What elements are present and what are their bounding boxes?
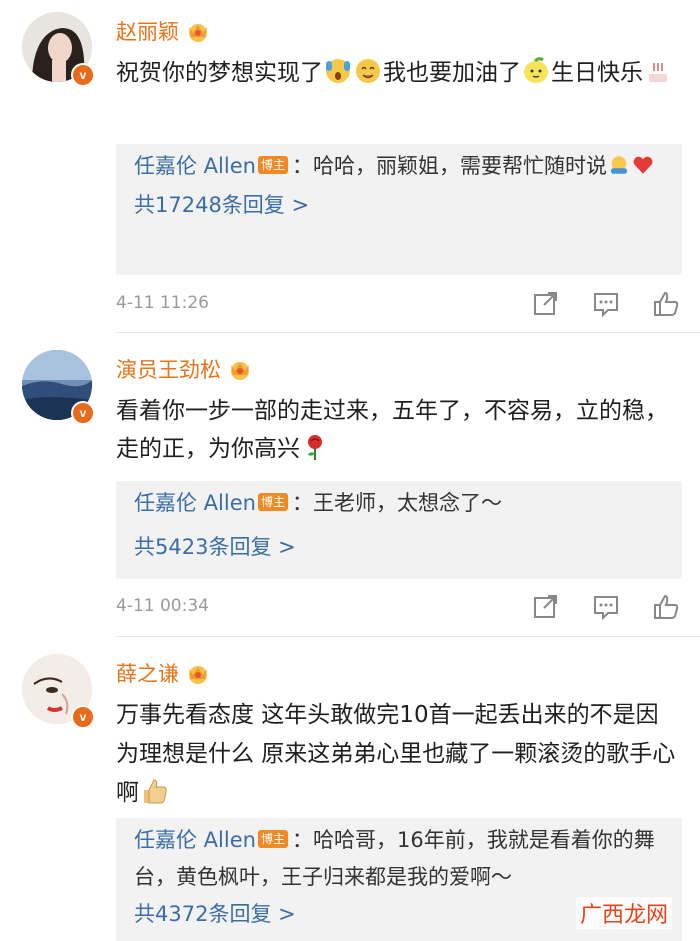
timestamp: 4-11 00:34 (116, 596, 209, 616)
share-icon[interactable] (532, 290, 560, 318)
comment-item: v 演员王劲松 看着你一步一部的走过来，五年了，不容易，立的稳，走的正，为你高兴… (0, 338, 700, 638)
birthday-cake-emoji-icon (649, 63, 667, 82)
lemon-face-emoji-icon (524, 57, 548, 83)
reply-author[interactable]: 任嘉伦 Allen (134, 491, 256, 515)
reply-box[interactable]: 任嘉伦 Allen 博主 ：王老师，太想念了～ 共5423条回复 > (116, 481, 682, 579)
like-thumb-icon[interactable] (652, 593, 680, 621)
username[interactable]: 薛之谦 (116, 658, 179, 688)
reply-text: 任嘉伦 Allen 博主 ：哈哈哥，16年前，我就是看着你的舞台，黄色枫叶，王子归来… (134, 818, 664, 896)
reply-author[interactable]: 任嘉伦 Allen (134, 154, 256, 178)
comment-text-part: 看着你一步一部的走过来，五年了，不容易，立的稳，走的正，为你高兴 (116, 398, 668, 462)
share-icon[interactable] (532, 593, 560, 621)
username[interactable]: 赵丽颖 (116, 16, 179, 46)
like-thumb-icon[interactable] (652, 290, 680, 318)
vip-crown-icon (231, 362, 249, 380)
reply-text: 任嘉伦 Allen 博主 ：王老师，太想念了～ (134, 481, 664, 522)
comment-text: 祝贺你的梦想实现了 我也要加油了 生日快乐 (116, 54, 676, 92)
divider (116, 636, 700, 637)
vip-crown-icon (189, 24, 207, 42)
vip-crown-icon (189, 666, 207, 684)
blogger-tag: 博主 (257, 493, 288, 511)
reply-box[interactable]: 任嘉伦 Allen 博主 ：哈哈，丽颖姐，需要帮忙随时说 共17248条回复 > (116, 144, 682, 275)
comment-text-part: 我也要加油了 (383, 60, 521, 86)
comment-text-part: 祝贺你的梦想实现了 (116, 60, 323, 86)
watermark: 广西龙网 (575, 897, 672, 929)
heart-emoji-icon (633, 156, 653, 174)
yummy-face-emoji-icon (356, 59, 380, 83)
hug-emoji-icon (610, 156, 627, 174)
comment-icon[interactable] (592, 593, 620, 621)
verified-badge: v (71, 705, 95, 729)
reply-content: ：哈哈，丽颖姐，需要帮忙随时说 (291, 154, 607, 178)
rose-emoji-icon (308, 435, 322, 460)
thumbs-up-emoji-icon (144, 779, 167, 804)
divider (116, 332, 700, 333)
comment-item: v 赵丽颖 祝贺你的梦想实现了 我也要加油了 生日快乐 任嘉伦 Allen 博主 ：哈哈… (0, 0, 700, 333)
blogger-tag: 博主 (257, 830, 288, 848)
reply-content: ：王老师，太想念了～ (291, 491, 502, 515)
comment-text-part: 万事先看态度 这年头敢做完10首一起丢出来的不是因为理想是什么 原来这弟弟心里也… (116, 702, 676, 806)
comment-text: 看着你一步一部的走过来，五年了，不容易，立的稳，走的正，为你高兴 (116, 392, 676, 468)
timestamp: 4-11 11:26 (116, 293, 209, 313)
verified-badge: v (71, 63, 95, 87)
comment-text-part: 生日快乐 (551, 60, 643, 86)
reply-count-link[interactable]: 共17248条回复 > (134, 187, 664, 223)
username[interactable]: 演员王劲松 (116, 354, 221, 384)
shocked-face-emoji-icon (326, 59, 350, 83)
comment-text: 万事先看态度 这年头敢做完10首一起丢出来的不是因为理想是什么 原来这弟弟心里也… (116, 696, 676, 813)
blogger-tag: 博主 (257, 156, 288, 174)
reply-author[interactable]: 任嘉伦 Allen (134, 828, 256, 852)
comment-icon[interactable] (592, 290, 620, 318)
verified-badge: v (71, 401, 95, 425)
reply-text: 任嘉伦 Allen 博主 ：哈哈，丽颖姐，需要帮忙随时说 (134, 144, 664, 185)
reply-count-link[interactable]: 共5423条回复 > (134, 529, 664, 565)
